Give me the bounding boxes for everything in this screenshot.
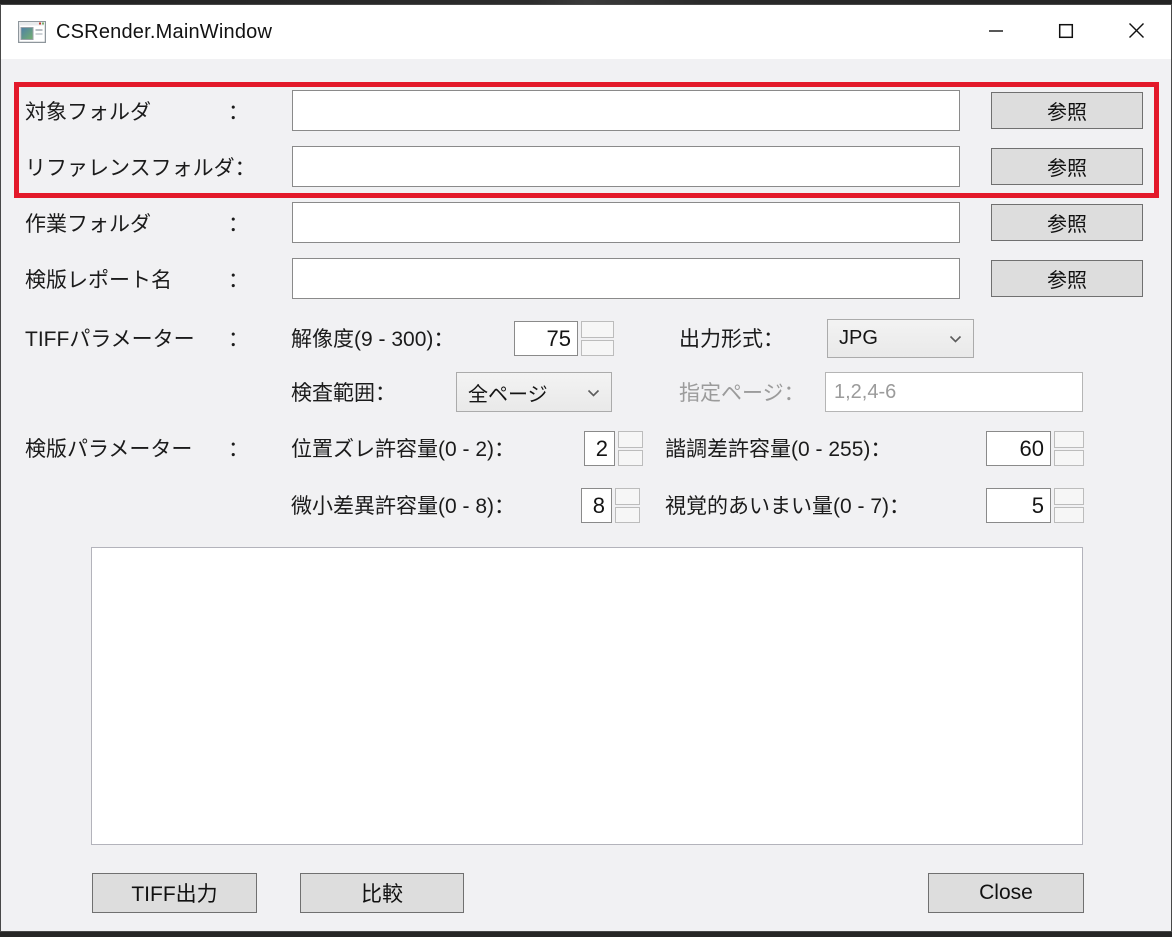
position-tolerance-down-button[interactable]	[618, 450, 643, 467]
page-spec-input	[825, 372, 1083, 412]
position-tolerance-spinner	[618, 431, 643, 466]
visual-ambiguity-label: 視覚的あいまい量(0 - 7)：	[665, 486, 910, 524]
tone-tolerance-label: 諧調差許容量(0 - 255)：	[665, 429, 891, 467]
colon: ：	[228, 96, 249, 126]
micro-diff-tolerance-input[interactable]	[581, 488, 612, 523]
micro-diff-tolerance-up-button[interactable]	[615, 488, 640, 505]
chevron-down-icon	[949, 327, 962, 350]
main-content: 対象フォルダ： 参照 リファレンスフォルダ： 参照 作業フォルダ： 参照 検版レ…	[1, 59, 1171, 931]
colon: ：	[228, 208, 249, 238]
chevron-down-icon	[587, 381, 600, 404]
tone-tolerance-up-button[interactable]	[1054, 431, 1084, 448]
minimize-button[interactable]	[961, 5, 1031, 59]
target-folder-input[interactable]	[292, 90, 960, 131]
maximize-icon	[1058, 23, 1074, 42]
compare-button[interactable]: 比較	[300, 873, 464, 913]
close-button[interactable]: Close	[928, 873, 1084, 913]
tone-tolerance-input[interactable]	[986, 431, 1051, 466]
visual-ambiguity-input[interactable]	[986, 488, 1051, 523]
reference-folder-input[interactable]	[292, 146, 960, 187]
work-folder-label: 作業フォルダ：	[25, 202, 249, 243]
visual-ambiguity-up-button[interactable]	[1054, 488, 1084, 505]
work-folder-browse-button[interactable]: 参照	[991, 204, 1143, 241]
tone-tolerance-spinner	[1054, 431, 1084, 466]
minimize-icon	[988, 23, 1004, 42]
app-window: CSRender.MainWindow	[0, 4, 1172, 932]
micro-diff-tolerance-spinner	[615, 488, 640, 523]
output-format-label: 出力形式：	[679, 319, 784, 357]
scan-range-label: 検査範囲：	[291, 372, 396, 412]
kenpan-params-section-label: 検版パラメーター：	[25, 429, 249, 467]
colon: ：	[228, 433, 249, 463]
report-name-label: 検版レポート名：	[25, 258, 249, 299]
position-tolerance-up-button[interactable]	[618, 431, 643, 448]
resolution-input[interactable]	[514, 321, 578, 356]
tiff-params-section-label: TIFFパラメーター：	[25, 319, 249, 357]
target-folder-browse-button[interactable]: 参照	[991, 92, 1143, 129]
micro-diff-tolerance-label: 微小差異許容量(0 - 8)：	[291, 486, 515, 524]
target-folder-label: 対象フォルダ：	[25, 90, 249, 131]
report-name-browse-button[interactable]: 参照	[991, 260, 1143, 297]
resolution-down-button[interactable]	[581, 340, 614, 357]
resolution-spinner	[581, 321, 614, 356]
log-area[interactable]	[91, 547, 1083, 845]
output-format-select[interactable]: JPG	[827, 319, 974, 358]
work-folder-input[interactable]	[292, 202, 960, 243]
position-tolerance-input[interactable]	[584, 431, 615, 466]
tone-tolerance-down-button[interactable]	[1054, 450, 1084, 467]
output-format-value: JPG	[839, 327, 878, 350]
resolution-label: 解像度(9 - 300)：	[291, 319, 454, 357]
micro-diff-tolerance-down-button[interactable]	[615, 507, 640, 524]
scan-range-value: 全ページ	[468, 378, 548, 407]
reference-folder-browse-button[interactable]: 参照	[991, 148, 1143, 185]
tiff-output-button[interactable]: TIFF出力	[92, 873, 257, 913]
visual-ambiguity-spinner	[1054, 488, 1084, 523]
maximize-button[interactable]	[1031, 5, 1101, 59]
close-window-button[interactable]	[1101, 5, 1171, 59]
screen: CSRender.MainWindow	[0, 0, 1172, 937]
title-bar: CSRender.MainWindow	[1, 5, 1171, 59]
colon: ：	[228, 323, 249, 353]
report-name-input[interactable]	[292, 258, 960, 299]
reference-folder-label: リファレンスフォルダ：	[25, 146, 249, 187]
close-icon	[1128, 22, 1145, 42]
window-title: CSRender.MainWindow	[56, 21, 272, 44]
app-icon	[18, 21, 46, 43]
colon: ：	[228, 264, 249, 294]
page-spec-label: 指定ページ：	[679, 372, 805, 412]
resolution-up-button[interactable]	[581, 321, 614, 338]
visual-ambiguity-down-button[interactable]	[1054, 507, 1084, 524]
scan-range-select[interactable]: 全ページ	[456, 372, 612, 412]
position-tolerance-label: 位置ズレ許容量(0 - 2)：	[291, 429, 515, 467]
colon: ：	[235, 152, 256, 182]
caption-buttons	[961, 5, 1171, 59]
